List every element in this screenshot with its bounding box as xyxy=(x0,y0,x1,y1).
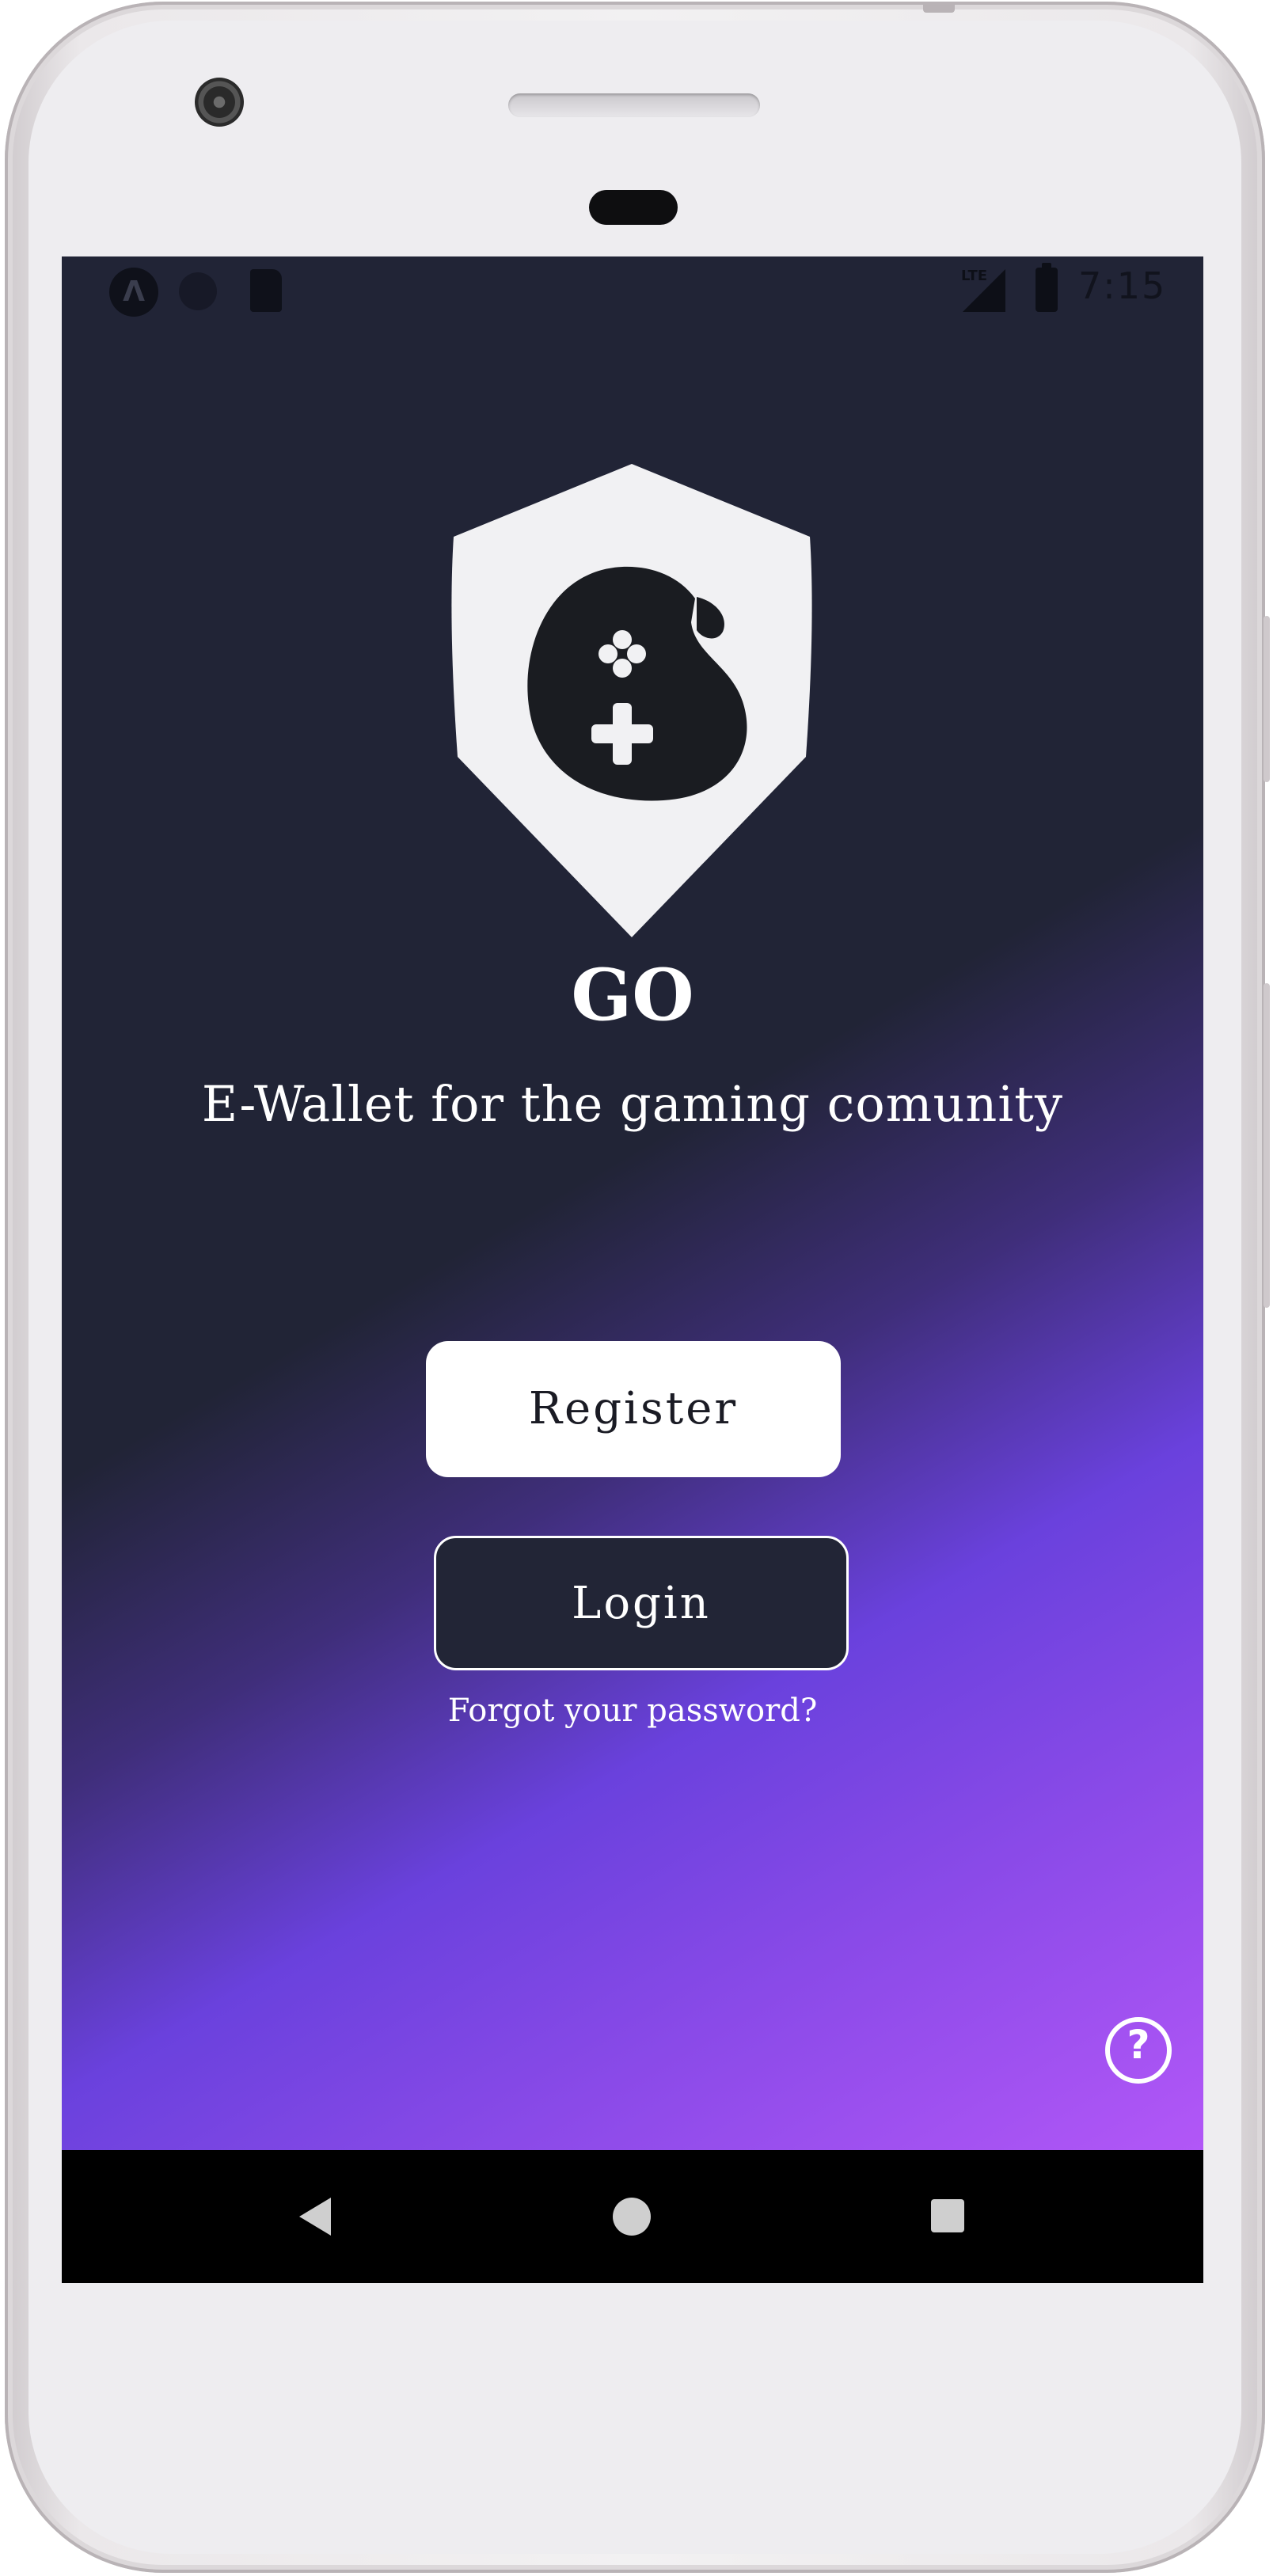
device-frame: Λ LTE 7:15 GO E-Wallet for the gaming co… xyxy=(0,0,1273,2576)
sd-card-icon xyxy=(250,269,282,312)
status-bar: Λ LTE 7:15 xyxy=(62,256,1203,328)
login-button[interactable]: Login xyxy=(434,1536,849,1670)
forgot-password-link[interactable]: Forgot your password? xyxy=(62,1693,1203,1729)
help-icon[interactable]: ? xyxy=(1105,2017,1172,2084)
earpiece-speaker xyxy=(508,93,760,117)
battery-icon xyxy=(1036,263,1058,312)
recents-icon[interactable] xyxy=(931,2199,964,2232)
front-camera xyxy=(195,78,244,127)
app-subtitle: E-Wallet for the gaming comunity xyxy=(201,1075,1064,1133)
proximity-sensor xyxy=(589,190,678,225)
navigation-bar xyxy=(62,2150,1203,2283)
lte-signal-icon: LTE xyxy=(961,268,1005,312)
back-icon[interactable] xyxy=(299,2198,331,2236)
app-title: GO xyxy=(571,953,694,1037)
volume-button[interactable] xyxy=(1264,616,1270,782)
screen: Λ LTE 7:15 GO E-Wallet for the gaming co… xyxy=(62,256,1203,2283)
home-icon[interactable] xyxy=(613,2198,651,2236)
svg-text:LTE: LTE xyxy=(961,268,987,284)
app-notification-icon: Λ xyxy=(109,268,158,317)
circle-notification-icon xyxy=(179,272,217,310)
welcome-screen: Λ LTE 7:15 GO E-Wallet for the gaming co… xyxy=(62,256,1203,2150)
top-seam xyxy=(923,2,955,13)
register-button[interactable]: Register xyxy=(426,1341,841,1477)
power-button[interactable] xyxy=(1264,983,1270,1308)
status-time: 7:15 xyxy=(1078,264,1167,307)
go-logo xyxy=(451,464,812,937)
